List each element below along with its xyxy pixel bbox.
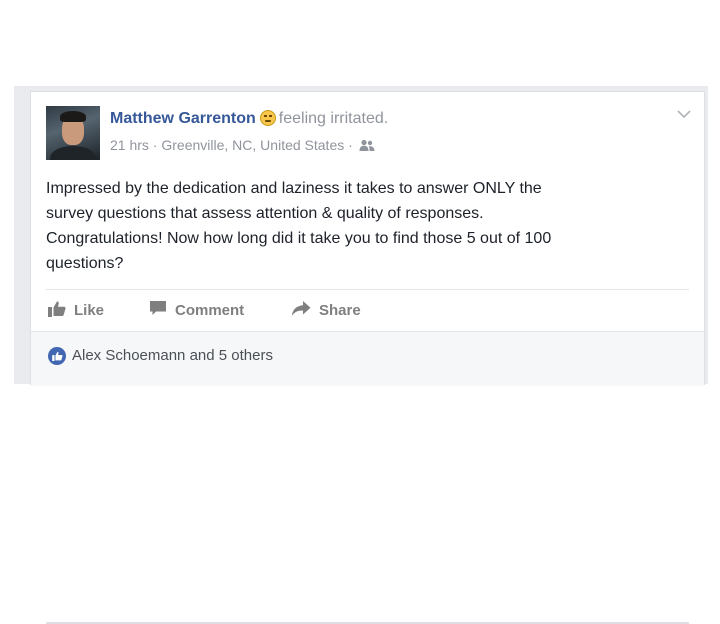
- avatar-shoulders: [50, 146, 96, 160]
- like-button[interactable]: Like: [48, 299, 104, 321]
- irritated-face-icon: [259, 110, 276, 126]
- reactions-bar: Alex Schoemann and 5 others: [31, 331, 704, 624]
- post-header: Matthew Garrenton feeling irritated.: [110, 109, 388, 129]
- reactions-summary[interactable]: Alex Schoemann and 5 others: [72, 347, 273, 365]
- friends-icon[interactable]: [359, 138, 375, 156]
- comment-bubble-icon: [149, 300, 175, 321]
- avatar[interactable]: [46, 106, 100, 160]
- share-button[interactable]: Share: [291, 299, 361, 321]
- comment-button[interactable]: Comment: [149, 299, 244, 321]
- post-location[interactable]: Greenville, NC, United States: [161, 137, 344, 153]
- actions-divider: [46, 289, 689, 290]
- post-timestamp[interactable]: 21 hrs: [110, 137, 149, 153]
- comment-label: Comment: [175, 301, 245, 319]
- share-label: Share: [319, 301, 361, 319]
- thumbs-up-icon: [48, 300, 74, 321]
- like-reaction-icon[interactable]: [48, 347, 66, 365]
- meta-separator: ·: [148, 137, 162, 153]
- audience-separator: ·: [344, 137, 357, 153]
- chevron-down-icon[interactable]: [676, 106, 692, 122]
- author-name[interactable]: Matthew Garrenton: [110, 110, 256, 127]
- post-body-text: Impressed by the dedication and laziness…: [46, 180, 552, 272]
- avatar-hair: [60, 111, 86, 122]
- share-arrow-icon: [291, 300, 319, 321]
- facebook-post-card: Matthew Garrenton feeling irritated. 21 h…: [30, 91, 705, 624]
- post-meta: 21 hrs · Greenville, NC, United States ·: [110, 136, 375, 156]
- feeling-status: feeling irritated.: [278, 110, 389, 127]
- like-label: Like: [74, 301, 105, 319]
